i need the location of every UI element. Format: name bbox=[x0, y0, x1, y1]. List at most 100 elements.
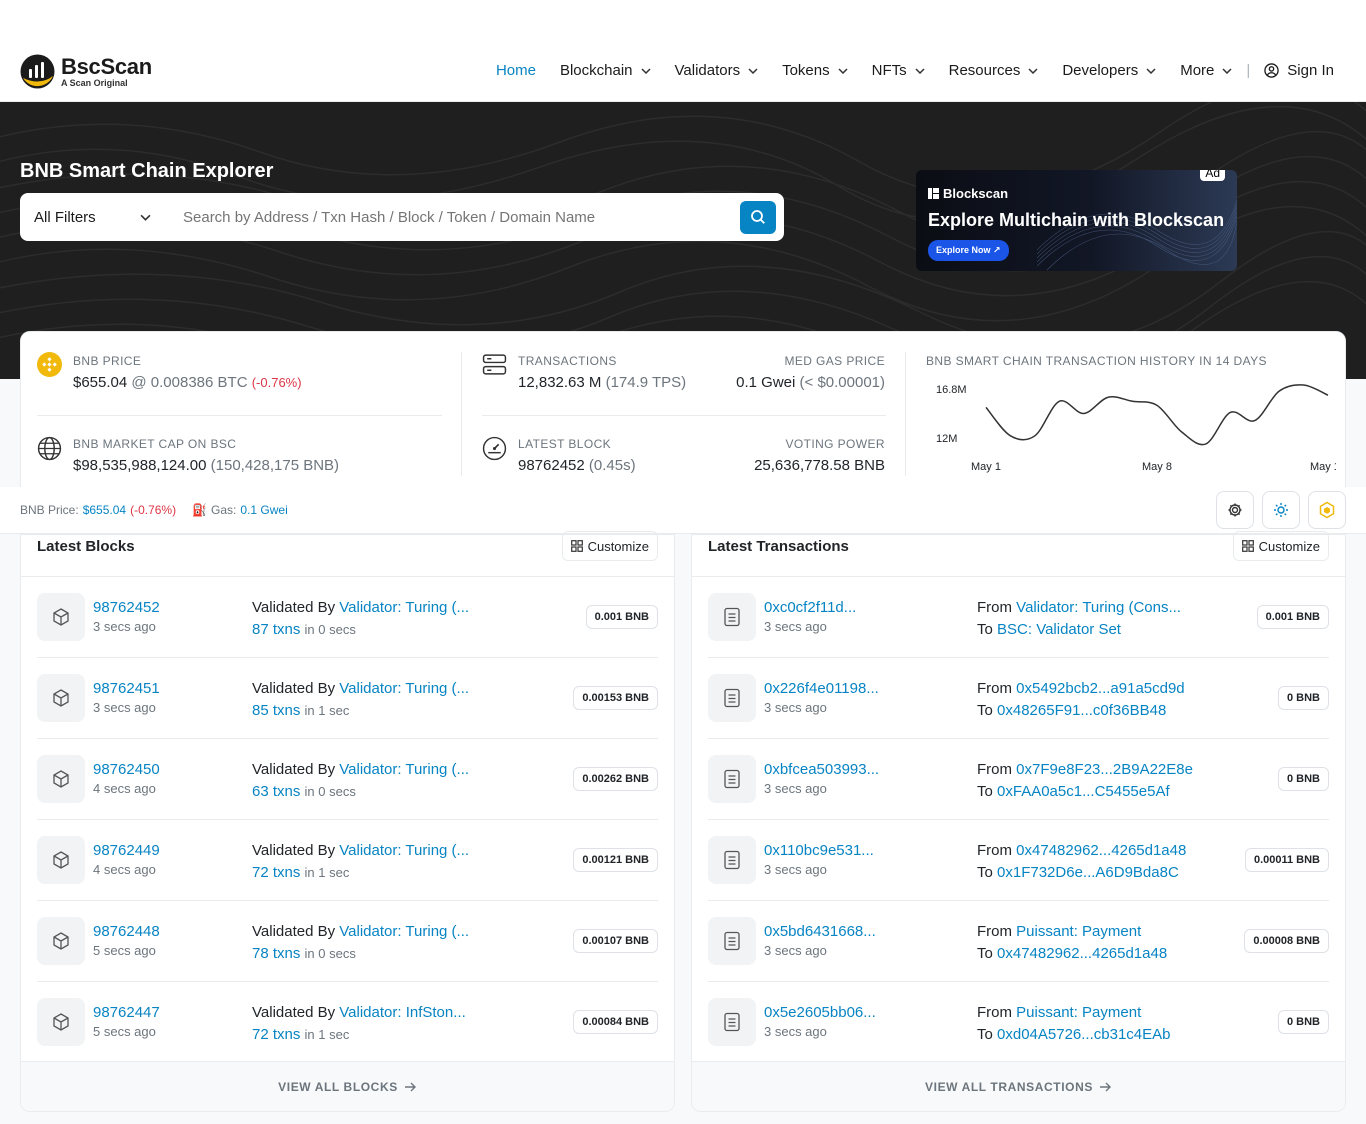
validator-link[interactable]: Validator: Turing (... bbox=[339, 842, 469, 859]
tx-from-link[interactable]: 0x5492bcb2...a91a5cd9d bbox=[1016, 680, 1184, 697]
nav-nfts[interactable]: NFTs bbox=[872, 62, 925, 79]
top-spacer bbox=[0, 0, 1366, 40]
nav-resources[interactable]: Resources bbox=[949, 62, 1039, 79]
block-icon-wrap bbox=[37, 917, 85, 965]
latest-block-label: LATEST BLOCK bbox=[518, 437, 612, 451]
cube-icon bbox=[53, 608, 69, 626]
logo-text: BscScan A Scan Original bbox=[61, 55, 152, 88]
signin-link[interactable]: Sign In bbox=[1264, 62, 1334, 79]
ad-cta-button[interactable]: Explore Now ↗ bbox=[928, 240, 1009, 261]
settings-button[interactable] bbox=[1216, 491, 1254, 529]
theme-toggle-button[interactable] bbox=[1262, 491, 1300, 529]
block-txns-link[interactable]: 78 txns bbox=[252, 945, 300, 962]
nav-validators[interactable]: Validators bbox=[675, 62, 759, 79]
bnb-price-label: BNB PRICE bbox=[73, 354, 142, 368]
nav-blockchain[interactable]: Blockchain bbox=[560, 62, 651, 79]
server-icon bbox=[482, 354, 507, 375]
cube-icon bbox=[53, 689, 69, 707]
block-txns-link[interactable]: 85 txns bbox=[252, 702, 300, 719]
page-title: BNB Smart Chain Explorer bbox=[20, 160, 274, 182]
block-reward-badge: 0.001 BNB bbox=[585, 605, 658, 629]
nav-home[interactable]: Home bbox=[496, 62, 536, 79]
tx-value-badge: 0.00008 BNB bbox=[1244, 929, 1329, 953]
block-number-link[interactable]: 98762448 bbox=[93, 923, 160, 940]
block-id-col: 98762449 4 secs ago bbox=[93, 842, 160, 877]
validator-link[interactable]: Validator: InfSton... bbox=[339, 1004, 465, 1021]
tx-from-link[interactable]: Puissant: Payment bbox=[1016, 1004, 1141, 1021]
block-number-link[interactable]: 98762449 bbox=[93, 842, 160, 859]
txns-line: 78 txns in 0 secs bbox=[252, 943, 469, 965]
tx-age: 3 secs ago bbox=[764, 781, 827, 796]
customize-button[interactable]: Customize bbox=[561, 531, 658, 561]
tx-hash-link[interactable]: 0xc0cf2f11d... bbox=[764, 599, 856, 616]
validated-by-line: Validated By Validator: Turing (... bbox=[252, 597, 469, 619]
block-txns-link[interactable]: 72 txns bbox=[252, 864, 300, 881]
stats-panel: BNB PRICE $655.04 @ 0.008386 BTC (-0.76%… bbox=[20, 331, 1346, 491]
tx-hash-link[interactable]: 0xbfcea503993... bbox=[764, 761, 879, 778]
speedometer-icon bbox=[482, 436, 507, 461]
tx-hash-link[interactable]: 0x110bc9e531... bbox=[764, 842, 874, 859]
tx-to-link[interactable]: 0xFAA0a5c1...C5455e5Af bbox=[997, 783, 1170, 800]
tx-from-line: From Validator: Turing (Cons... bbox=[977, 597, 1181, 619]
tx-hash-col: 0x5bd6431668... 3 secs ago bbox=[764, 923, 876, 958]
tx-to-link[interactable]: BSC: Validator Set bbox=[997, 621, 1121, 638]
chart-xtick-label: May 15 bbox=[1310, 461, 1336, 473]
block-number-link[interactable]: 98762452 bbox=[93, 599, 160, 616]
from-label: From bbox=[977, 599, 1012, 616]
nav-developers[interactable]: Developers bbox=[1062, 62, 1156, 79]
tx-hash-col: 0x226f4e01198... 3 secs ago bbox=[764, 680, 879, 715]
validator-link[interactable]: Validator: Turing (... bbox=[339, 923, 469, 940]
from-label: From bbox=[977, 1004, 1012, 1021]
validator-link[interactable]: Validator: Turing (... bbox=[339, 680, 469, 697]
transaction-row: 0x5bd6431668... 3 secs ago From Puissant: … bbox=[708, 901, 1329, 982]
block-number-link[interactable]: 98762447 bbox=[93, 1004, 160, 1021]
ticker-gas[interactable]: 0.1 Gwei bbox=[240, 503, 287, 517]
block-number-link[interactable]: 98762451 bbox=[93, 680, 160, 697]
validator-link[interactable]: Validator: Turing (... bbox=[339, 761, 469, 778]
view-all-transactions-link[interactable]: VIEW ALL TRANSACTIONS bbox=[692, 1061, 1345, 1111]
block-icon-wrap bbox=[37, 836, 85, 884]
transactions-label: TRANSACTIONS bbox=[518, 354, 617, 368]
tx-icon-wrap bbox=[708, 755, 756, 803]
tx-to-line: To 0x1F732D6e...A6D9Bda8C bbox=[977, 862, 1186, 884]
latest-block[interactable]: 98762452 bbox=[518, 457, 585, 474]
ticker-price[interactable]: $655.04 bbox=[83, 503, 126, 517]
search-input[interactable] bbox=[165, 208, 740, 226]
transactions[interactable]: 12,832.63 M bbox=[518, 374, 601, 391]
block-number-link[interactable]: 98762450 bbox=[93, 761, 160, 778]
tx-from-link[interactable]: 0x47482962...4265d1a48 bbox=[1016, 842, 1186, 859]
tx-from-link[interactable]: Validator: Turing (Cons... bbox=[1016, 599, 1181, 616]
tx-hash-link[interactable]: 0x226f4e01198... bbox=[764, 680, 879, 697]
gas[interactable]: 0.1 Gwei bbox=[736, 374, 795, 391]
block-id-col: 98762451 3 secs ago bbox=[93, 680, 160, 715]
tx-icon-wrap bbox=[708, 917, 756, 965]
grid-icon bbox=[1241, 540, 1254, 552]
customize-button[interactable]: Customize bbox=[1232, 531, 1329, 561]
logo[interactable]: BscScan A Scan Original bbox=[20, 54, 152, 89]
tx-to-link[interactable]: 0x48265F91...c0f36BB48 bbox=[997, 702, 1166, 719]
view-all-blocks-link[interactable]: VIEW ALL BLOCKS bbox=[21, 1061, 674, 1111]
tx-from-link[interactable]: Puissant: Payment bbox=[1016, 923, 1141, 940]
tx-history-chart-svg[interactable]: 16.8M 12M May 1 May 8 May 15 bbox=[926, 376, 1336, 480]
to-label: To bbox=[977, 702, 993, 719]
tx-to-link[interactable]: 0x1F732D6e...A6D9Bda8C bbox=[997, 864, 1179, 881]
nav-tokens[interactable]: Tokens bbox=[782, 62, 848, 79]
validator-link[interactable]: Validator: Turing (... bbox=[339, 599, 469, 616]
block-txns-link[interactable]: 72 txns bbox=[252, 1026, 300, 1043]
network-switch-button[interactable] bbox=[1308, 491, 1346, 529]
block-txns-link[interactable]: 87 txns bbox=[252, 621, 300, 638]
txns-line: 87 txns in 0 secs bbox=[252, 619, 469, 641]
tx-from-link[interactable]: 0x7F9e8F23...2B9A22E8e bbox=[1016, 761, 1193, 778]
tx-hash-link[interactable]: 0x5bd6431668... bbox=[764, 923, 876, 940]
tx-value-badge: 0.001 BNB bbox=[1256, 605, 1329, 629]
tx-to-link[interactable]: 0x47482962...4265d1a48 bbox=[997, 945, 1167, 962]
tx-hash-link[interactable]: 0x5e2605bb06... bbox=[764, 1004, 876, 1021]
nav-more[interactable]: More bbox=[1180, 62, 1232, 79]
ad-banner[interactable]: Blockscan Explore Multichain with Blocks… bbox=[916, 170, 1237, 271]
tx-to-link[interactable]: 0xd04A5726...cb31c4EAb bbox=[997, 1026, 1170, 1043]
block-txns-time: in 1 sec bbox=[304, 1027, 350, 1042]
search-button[interactable] bbox=[740, 200, 776, 234]
search-filter-select[interactable]: All Filters bbox=[20, 209, 165, 226]
chevron-down-icon bbox=[1222, 67, 1232, 74]
block-txns-link[interactable]: 63 txns bbox=[252, 783, 300, 800]
